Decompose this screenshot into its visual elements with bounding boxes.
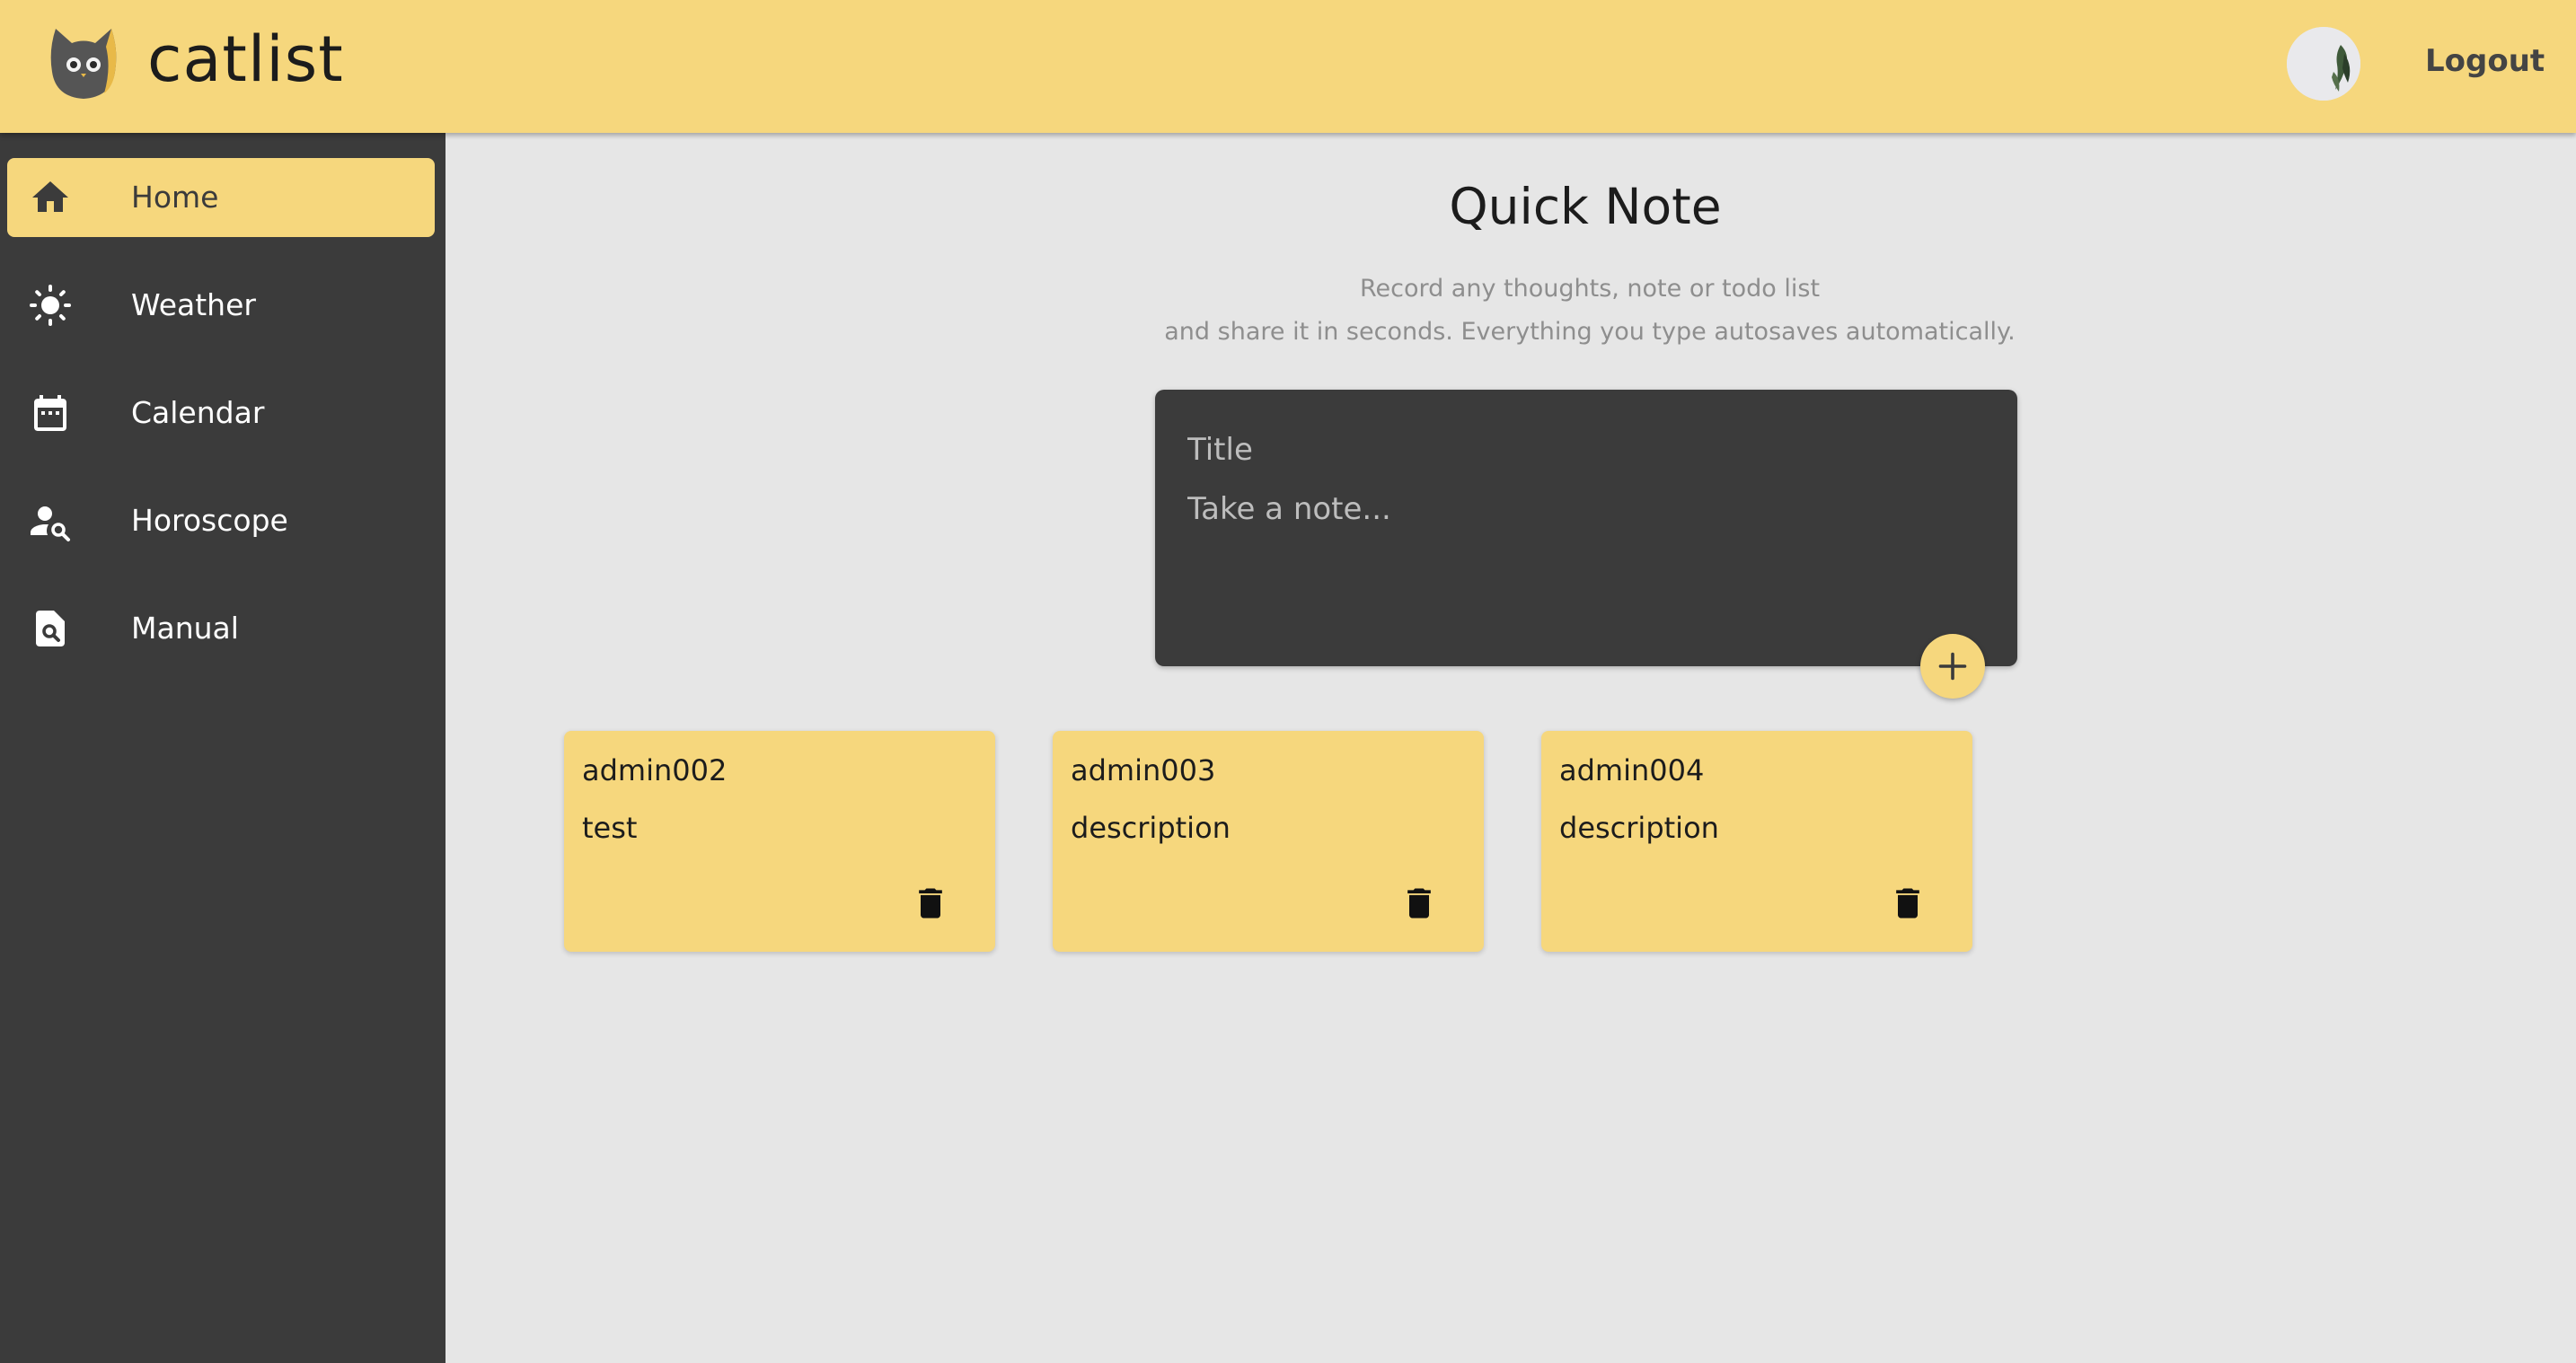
sun-icon <box>30 285 71 326</box>
sidebar-item-label: Calendar <box>131 395 265 430</box>
cat-logo-icon[interactable] <box>47 23 120 101</box>
sidebar-item-calendar[interactable]: Calendar <box>7 374 435 453</box>
sidebar: Home Weather Calendar Horoscope Manual <box>0 133 446 1363</box>
note-body: test <box>582 811 638 845</box>
note-card[interactable]: admin004 description <box>1541 731 1972 952</box>
sidebar-item-label: Horoscope <box>131 503 288 538</box>
document-search-icon <box>36 611 65 646</box>
trash-icon[interactable] <box>1399 884 1439 923</box>
subtitle-line-1: Record any thoughts, note or todo list <box>1359 275 1821 303</box>
app-brand[interactable]: catlist <box>147 20 344 99</box>
home-icon <box>32 181 68 212</box>
note-body: description <box>1559 811 1719 845</box>
plus-icon <box>1938 652 1967 681</box>
avatar-image <box>2287 27 2360 101</box>
note-title-input[interactable] <box>1187 426 1978 474</box>
sidebar-item-label: Home <box>131 180 219 215</box>
note-title: admin003 <box>1071 753 1216 787</box>
sidebar-item-label: Weather <box>131 287 256 322</box>
subtitle-line-2: and share it in seconds. Everything you … <box>1164 318 2016 346</box>
trash-icon[interactable] <box>1888 884 1928 923</box>
note-title: admin004 <box>1559 753 1705 787</box>
note-form <box>1155 390 2017 666</box>
note-body: description <box>1071 811 1231 845</box>
sidebar-item-label: Manual <box>131 611 239 646</box>
sidebar-item-horoscope[interactable]: Horoscope <box>7 481 435 560</box>
app-header: catlist Logout <box>0 0 2576 133</box>
sidebar-item-manual[interactable]: Manual <box>7 589 435 668</box>
calendar-icon <box>34 395 66 431</box>
sidebar-item-weather[interactable]: Weather <box>7 266 435 345</box>
person-search-icon <box>31 506 70 541</box>
trash-icon[interactable] <box>911 884 950 923</box>
sidebar-item-home[interactable]: Home <box>7 158 435 237</box>
note-card[interactable]: admin002 test <box>564 731 995 952</box>
add-note-button[interactable] <box>1920 634 1985 699</box>
note-body-input[interactable] <box>1187 485 1978 620</box>
note-title: admin002 <box>582 753 728 787</box>
logout-button[interactable]: Logout <box>2425 40 2545 83</box>
page-subtitle: Record any thoughts, note or todo list a… <box>1136 268 2043 354</box>
page-title: Quick Note <box>1449 178 1722 235</box>
user-avatar[interactable] <box>2287 27 2360 101</box>
note-card[interactable]: admin003 description <box>1053 731 1484 952</box>
